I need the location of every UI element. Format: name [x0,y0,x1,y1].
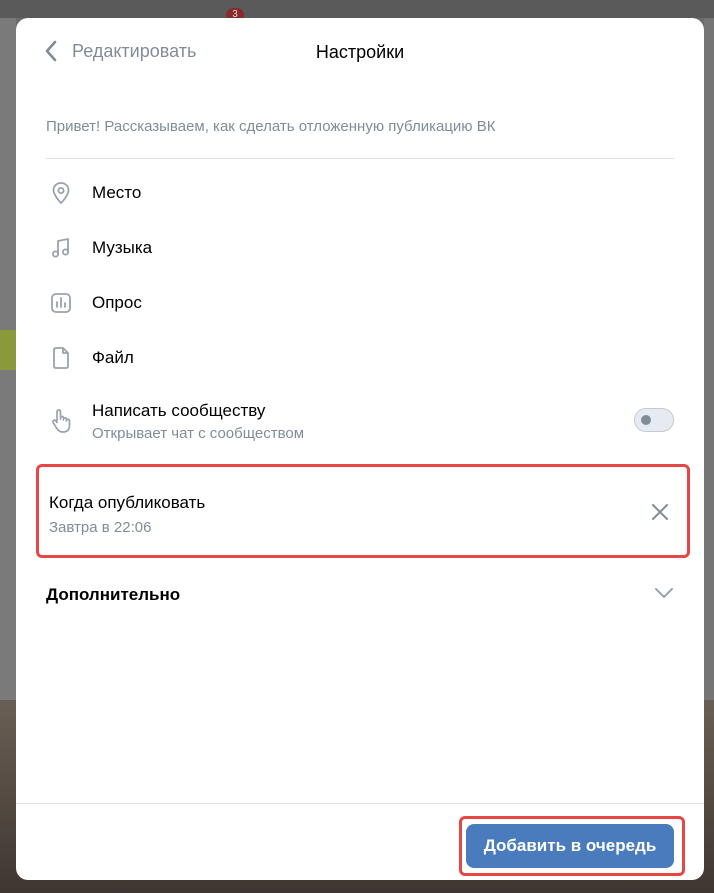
close-icon[interactable] [651,503,669,526]
file-icon [46,343,76,373]
music-note-icon [46,233,76,263]
attach-file[interactable]: Файл [46,338,674,378]
schedule-section[interactable]: Когда опубликовать Завтра в 22:06 [36,464,690,558]
attach-location-label: Место [92,183,142,202]
attach-poll-label: Опрос [92,293,142,312]
modal-header: Редактировать Настройки [16,18,704,88]
divider [46,158,674,159]
attach-music[interactable]: Музыка [46,228,674,268]
footer-divider [16,803,704,804]
modal-title: Настройки [315,42,405,62]
message-community-toggle[interactable] [634,408,674,432]
attach-file-label: Файл [92,348,134,367]
settings-modal: Редактировать Настройки Привет! Рассказы… [16,18,704,880]
background-thumbnail [0,330,16,370]
additional-label: Дополнительно [46,585,181,604]
additional-settings-toggle[interactable]: Дополнительно [46,580,674,610]
message-community-sublabel: Открывает чат с сообществом [92,424,305,442]
schedule-value: Завтра в 22:06 [49,519,152,536]
add-to-queue-button[interactable]: Добавить в очередь [466,824,674,868]
attach-poll[interactable]: Опрос [46,283,674,323]
post-preview-text: Привет! Рассказываем, как сделать отложе… [46,118,496,135]
schedule-label: Когда опубликовать [49,493,206,512]
message-community-row: Написать сообществу Открывает чат с сооб… [46,396,674,446]
message-community-label: Написать сообществу [92,400,266,420]
toggle-knob [641,415,651,425]
background-topbar [0,0,714,18]
chevron-down-icon [654,586,674,604]
poll-icon [46,288,76,318]
attach-music-label: Музыка [92,238,153,257]
attach-location[interactable]: Место [46,173,674,213]
pointing-hand-icon [46,406,76,436]
location-pin-icon [46,178,76,208]
